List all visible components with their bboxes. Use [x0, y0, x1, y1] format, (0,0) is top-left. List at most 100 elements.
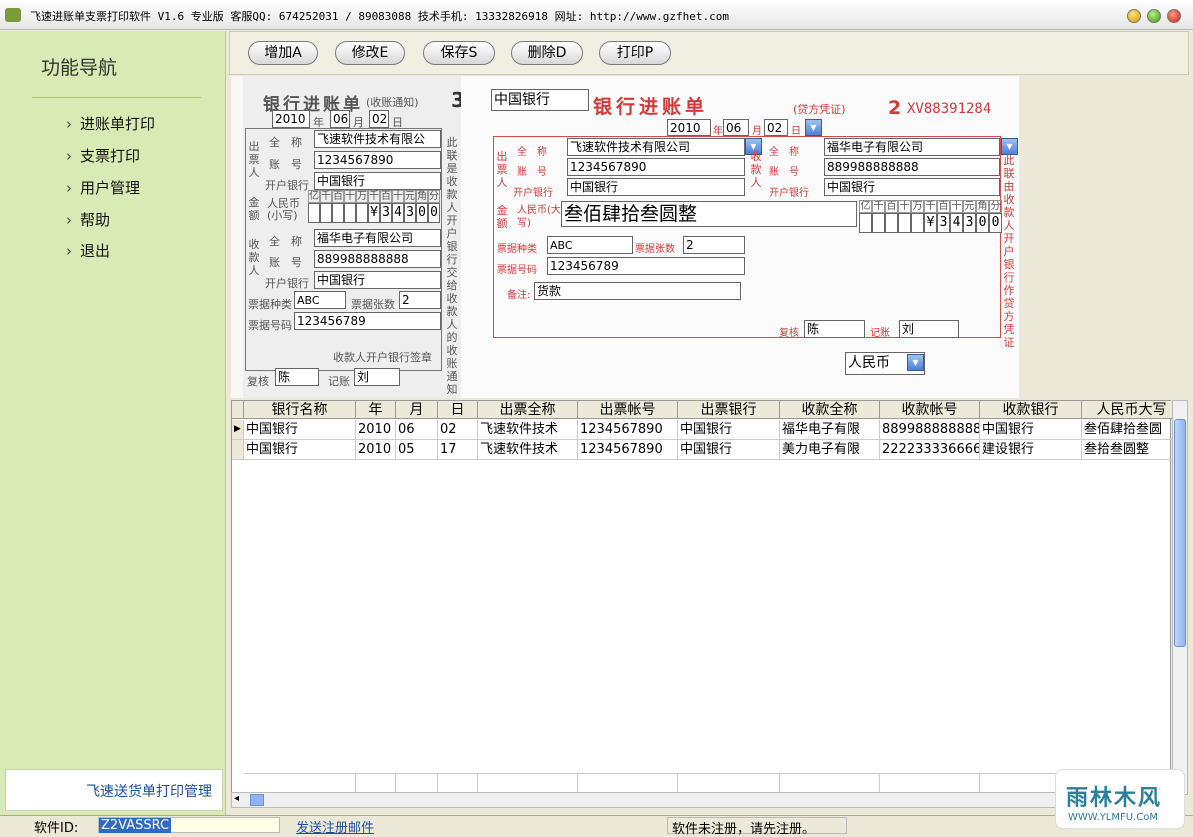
column-header[interactable]: 收款全称	[780, 401, 880, 419]
receipt-payee-bank[interactable]: 中国银行	[314, 271, 441, 289]
table-cell[interactable]: 2010	[356, 420, 396, 440]
amount-digit-cell[interactable]	[308, 203, 320, 223]
voucher-amount-words[interactable]: 叁佰肆拾叁圆整	[561, 201, 857, 227]
table-cell[interactable]: 美力电子有限	[780, 440, 880, 460]
sidebar-item-help[interactable]: › 帮助	[66, 209, 110, 230]
amount-digit-cell[interactable]: 4	[392, 203, 404, 223]
table-cell[interactable]: 中国银行	[678, 440, 780, 460]
table-cell[interactable]: 中国银行	[244, 440, 356, 460]
voucher-payer-bank[interactable]: 中国银行	[567, 178, 745, 196]
amount-digit-cell[interactable]	[872, 213, 885, 233]
voucher-ticket-no[interactable]: 123456789	[547, 257, 745, 275]
receipt-payer-account[interactable]: 1234567890	[314, 151, 441, 169]
amount-digit-cell[interactable]	[911, 213, 924, 233]
amount-digit-cell[interactable]	[320, 203, 332, 223]
amount-digit-cell[interactable]: 3	[380, 203, 392, 223]
row-selector[interactable]: ▶	[232, 420, 244, 440]
amount-digit-cell[interactable]	[344, 203, 356, 223]
table-cell[interactable]: 05	[396, 440, 438, 460]
currency-dropdown[interactable]: ▼	[907, 354, 924, 371]
voucher-ticket-count[interactable]: 2	[683, 236, 745, 254]
voucher-ticket-type[interactable]: ABC	[547, 236, 633, 254]
column-header[interactable]: 收款银行	[980, 401, 1082, 419]
delete-button[interactable]: 删除D	[511, 41, 583, 65]
receipt-ticket-no[interactable]: 123456789	[294, 312, 441, 330]
send-register-mail-link[interactable]: 发送注册邮件	[296, 817, 374, 836]
amount-digit-cell[interactable]: 0	[976, 213, 989, 233]
save-button[interactable]: 保存S	[423, 41, 495, 65]
scroll-thumb[interactable]	[1174, 419, 1186, 647]
print-button[interactable]: 打印P	[599, 41, 671, 65]
voucher-payee-account[interactable]: 889988888888	[824, 158, 1000, 176]
voucher-payee-bank[interactable]: 中国银行	[824, 178, 1000, 196]
table-cell[interactable]: 222233336666	[880, 440, 980, 460]
amount-digit-cell[interactable]	[859, 213, 872, 233]
date-picker-dropdown[interactable]: ▼	[805, 119, 822, 136]
table-cell[interactable]: 中国银行	[980, 420, 1082, 440]
receipt-reviewer[interactable]: 陈	[275, 368, 319, 386]
amount-digit-cell[interactable]	[332, 203, 344, 223]
voucher-payee-name[interactable]: 福华电子有限公司	[824, 138, 1000, 156]
voucher-year-field[interactable]: 2010	[667, 119, 711, 136]
amount-digit-cell[interactable]	[356, 203, 368, 223]
sidebar-item-exit[interactable]: › 退出	[66, 240, 110, 261]
receipt-ticket-count[interactable]: 2	[399, 291, 441, 309]
sidebar-item-receipt-print[interactable]: › 进账单打印	[66, 113, 155, 134]
sidebar-item-check-print[interactable]: › 支票打印	[66, 145, 140, 166]
column-header[interactable]: 出票全称	[478, 401, 578, 419]
receipt-clerk[interactable]: 刘	[354, 368, 400, 386]
voucher-clerk[interactable]: 刘	[899, 320, 959, 338]
table-cell[interactable]: 1234567890	[578, 420, 678, 440]
maximize-button[interactable]	[1147, 9, 1161, 23]
column-header[interactable]: 收款帐号	[880, 401, 980, 419]
add-button[interactable]: 增加A	[248, 41, 318, 65]
voucher-payer-account[interactable]: 1234567890	[567, 158, 745, 176]
vertical-scrollbar[interactable]	[1172, 400, 1188, 795]
amount-digit-cell[interactable]: 3	[937, 213, 950, 233]
amount-digit-cell[interactable]: 3	[404, 203, 416, 223]
voucher-payer-name[interactable]: 飞速软件技术有限公司	[567, 138, 745, 156]
column-header[interactable]: 日	[438, 401, 478, 419]
table-cell[interactable]: 飞速软件技术	[478, 440, 578, 460]
receipt-month-field[interactable]: 06	[330, 110, 350, 128]
amount-digit-cell[interactable]: ¥	[924, 213, 937, 233]
voucher-remark[interactable]: 货款	[534, 282, 741, 300]
amount-digit-cell[interactable]: 3	[963, 213, 976, 233]
voucher-day-field[interactable]: 02	[764, 119, 788, 136]
table-cell[interactable]: 2010	[356, 440, 396, 460]
column-header[interactable]: 银行名称	[244, 401, 356, 419]
column-header[interactable]: 出票银行	[678, 401, 780, 419]
table-cell[interactable]: 飞速软件技术	[478, 420, 578, 440]
receipt-payer-name[interactable]: 飞速软件技术有限公	[314, 130, 441, 148]
table-cell[interactable]: 中国银行	[244, 420, 356, 440]
table-cell[interactable]: 02	[438, 420, 478, 440]
receipt-payee-account[interactable]: 889988888888	[314, 250, 441, 268]
table-cell[interactable]: 叁佰肆拾叁圆	[1082, 420, 1182, 440]
software-id-field[interactable]: Z2VASSRC	[99, 818, 172, 833]
table-cell[interactable]: 叁拾叁圆整	[1082, 440, 1182, 460]
amount-digit-cell[interactable]: 4	[950, 213, 963, 233]
amount-digit-cell[interactable]: 0	[989, 213, 1002, 233]
close-button[interactable]	[1167, 9, 1181, 23]
horizontal-scrollbar[interactable]: ◂	[231, 792, 1171, 808]
amount-digit-cell[interactable]: 0	[416, 203, 428, 223]
amount-digit-cell[interactable]: 0	[428, 203, 440, 223]
table-cell[interactable]: 17	[438, 440, 478, 460]
column-header[interactable]: 人民币大写	[1082, 401, 1182, 419]
hscroll-thumb[interactable]	[250, 794, 264, 806]
table-cell[interactable]: 中国银行	[678, 420, 780, 440]
amount-digit-cell[interactable]	[885, 213, 898, 233]
payee-dropdown[interactable]: ▼	[1001, 138, 1018, 155]
edit-button[interactable]: 修改E	[335, 41, 405, 65]
table-cell[interactable]: 06	[396, 420, 438, 440]
receipt-ticket-type[interactable]: ABC	[294, 291, 346, 309]
table-cell[interactable]: 建设银行	[980, 440, 1082, 460]
table-cell[interactable]: 福华电子有限	[780, 420, 880, 440]
column-header[interactable]: 年	[356, 401, 396, 419]
column-header[interactable]: 出票帐号	[578, 401, 678, 419]
table-cell[interactable]: 889988888888	[880, 420, 980, 440]
voucher-bank-field[interactable]: 中国银行	[491, 89, 589, 111]
sidebar-item-user-management[interactable]: › 用户管理	[66, 177, 140, 198]
minimize-button[interactable]	[1127, 9, 1141, 23]
voucher-reviewer[interactable]: 陈	[804, 320, 865, 338]
